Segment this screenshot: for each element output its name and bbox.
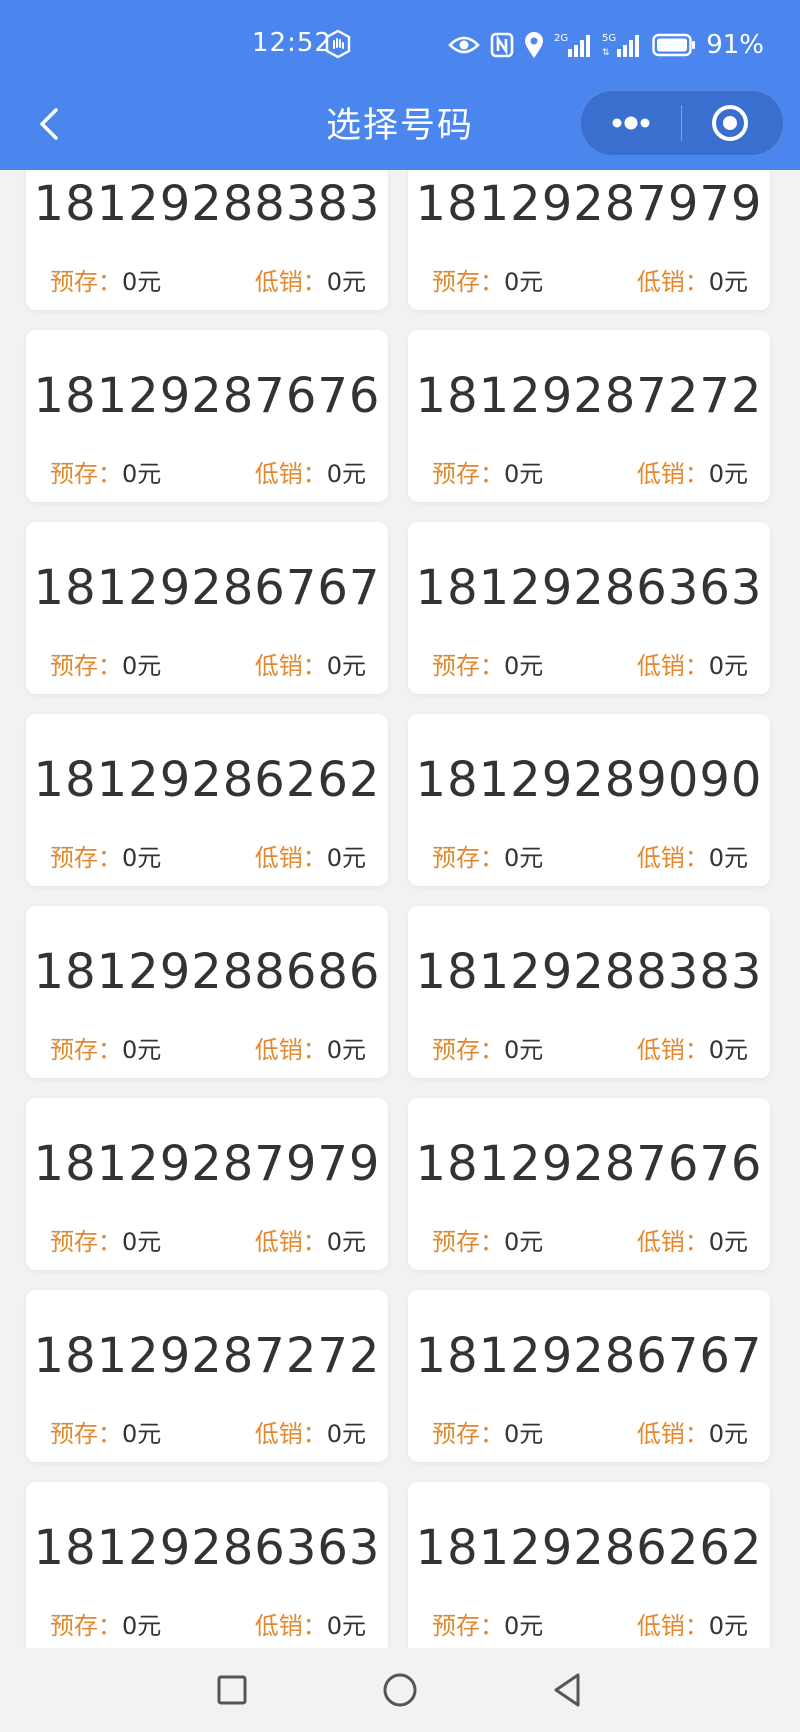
svg-text:⇅: ⇅ (602, 48, 610, 58)
status-time: 12:52 (252, 28, 332, 58)
lowsale-info: 低销：0元 (636, 268, 748, 296)
number-card[interactable]: 18129286363 预存：0元 低销：0元 (408, 522, 770, 694)
home-circle-icon[interactable] (376, 1666, 424, 1714)
number-card[interactable]: 18129287676 预存：0元 低销：0元 (408, 1098, 770, 1270)
prestore-info: 预存：0元 (50, 1612, 162, 1640)
number-card[interactable]: 18129286262 预存：0元 低销：0元 (408, 1482, 770, 1648)
phone-number: 18129287979 (415, 176, 763, 232)
prestore-info: 预存：0元 (50, 460, 162, 488)
battery-icon (652, 33, 696, 57)
prestore-info: 预存：0元 (50, 1420, 162, 1448)
lowsale-info: 低销：0元 (254, 1036, 366, 1064)
lowsale-info: 低销：0元 (636, 844, 748, 872)
number-card[interactable]: 18129287979 预存：0元 低销：0元 (26, 1098, 388, 1270)
prestore-info: 预存：0元 (50, 844, 162, 872)
number-card[interactable]: 18129287979 预存：0元 低销：0元 (408, 170, 770, 310)
battery-percent: 91% (706, 30, 764, 60)
lowsale-info: 低销：0元 (636, 1228, 748, 1256)
number-card[interactable]: 18129286767 预存：0元 低销：0元 (408, 1290, 770, 1462)
phone-number: 18129287272 (33, 1328, 381, 1384)
prestore-info: 预存：0元 (50, 1228, 162, 1256)
phone-number: 18129287676 (33, 368, 381, 424)
number-card[interactable]: 18129288383 预存：0元 低销：0元 (408, 906, 770, 1078)
lowsale-info: 低销：0元 (636, 1036, 748, 1064)
number-card[interactable]: 18129288686 预存：0元 低销：0元 (26, 906, 388, 1078)
prestore-info: 预存：0元 (432, 1420, 544, 1448)
number-card[interactable]: 18129287676 预存：0元 低销：0元 (26, 330, 388, 502)
phone-number: 18129286363 (415, 560, 763, 616)
hand-icon (325, 30, 351, 58)
nfc-icon (490, 32, 514, 58)
eye-icon (448, 36, 481, 54)
lowsale-info: 低销：0元 (254, 268, 366, 296)
number-card[interactable]: 18129286767 预存：0元 低销：0元 (26, 522, 388, 694)
prestore-info: 预存：0元 (432, 1036, 544, 1064)
lowsale-info: 低销：0元 (254, 1612, 366, 1640)
status-bar: 12:52 2G 5G ⇅ 91% (0, 0, 800, 90)
phone-number: 18129286767 (415, 1328, 763, 1384)
phone-number: 18129287272 (415, 368, 763, 424)
prestore-info: 预存：0元 (432, 268, 544, 296)
phone-number: 18129286767 (33, 560, 381, 616)
svg-text:5G: 5G (602, 33, 616, 44)
number-list-scroll[interactable]: 18129288383 预存：0元 低销：0元 18129287979 预存：0元 低销… (0, 170, 800, 1648)
status-icons: 2G 5G ⇅ 91% (448, 28, 764, 62)
prestore-info: 预存：0元 (432, 844, 544, 872)
phone-number: 18129286363 (33, 1520, 381, 1576)
prestore-info: 预存：0元 (50, 1036, 162, 1064)
number-card[interactable]: 18129286363 预存：0元 低销：0元 (26, 1482, 388, 1648)
mini-program-capsule (580, 90, 784, 156)
lowsale-info: 低销：0元 (254, 1228, 366, 1256)
phone-number: 18129288383 (33, 176, 381, 232)
phone-number: 18129289090 (415, 752, 763, 808)
prestore-info: 预存：0元 (432, 1228, 544, 1256)
recent-apps-square-icon[interactable] (208, 1666, 256, 1714)
lowsale-info: 低销：0元 (636, 652, 748, 680)
phone-number: 18129287979 (33, 1136, 381, 1192)
signal-5g-icon: 5G ⇅ (602, 33, 640, 58)
prestore-info: 预存：0元 (50, 652, 162, 680)
lowsale-info: 低销：0元 (254, 1420, 366, 1448)
phone-number: 18129288686 (33, 944, 381, 1000)
lowsale-info: 低销：0元 (254, 460, 366, 488)
phone-number: 18129286262 (33, 752, 381, 808)
lowsale-info: 低销：0元 (636, 460, 748, 488)
prestore-info: 预存：0元 (50, 268, 162, 296)
location-icon (525, 32, 544, 58)
prestore-info: 预存：0元 (432, 460, 544, 488)
number-card[interactable]: 18129287272 预存：0元 低销：0元 (26, 1290, 388, 1462)
lowsale-info: 低销：0元 (636, 1420, 748, 1448)
number-grid: 18129288383 预存：0元 低销：0元 18129287979 预存：0元 低销… (26, 170, 772, 1648)
number-card[interactable]: 18129289090 预存：0元 低销：0元 (408, 714, 770, 886)
lowsale-info: 低销：0元 (636, 1612, 748, 1640)
phone-number: 18129287676 (415, 1136, 763, 1192)
more-dots-icon[interactable] (581, 91, 681, 155)
svg-text:2G: 2G (554, 33, 568, 44)
app-header: 12:52 2G 5G ⇅ 91% 选择号码 (0, 0, 800, 170)
phone-number: 18129288383 (415, 944, 763, 1000)
back-triangle-icon[interactable] (544, 1666, 592, 1714)
system-nav-bar (0, 1648, 800, 1732)
lowsale-info: 低销：0元 (254, 652, 366, 680)
number-card[interactable]: 18129287272 预存：0元 低销：0元 (408, 330, 770, 502)
lowsale-info: 低销：0元 (254, 844, 366, 872)
number-card[interactable]: 18129286262 预存：0元 低销：0元 (26, 714, 388, 886)
phone-number: 18129286262 (415, 1520, 763, 1576)
signal-2g-icon: 2G (554, 33, 591, 57)
target-circle-icon[interactable] (682, 91, 782, 155)
prestore-info: 预存：0元 (432, 1612, 544, 1640)
number-card[interactable]: 18129288383 预存：0元 低销：0元 (26, 170, 388, 310)
prestore-info: 预存：0元 (432, 652, 544, 680)
